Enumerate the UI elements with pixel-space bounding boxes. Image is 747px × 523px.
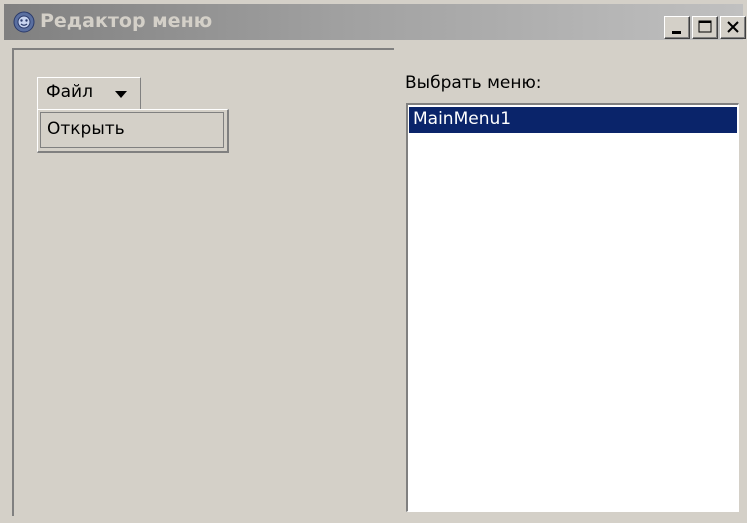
menu-preview-pane: Файл Открыть — [12, 48, 394, 516]
menu-bar-item-label: Файл — [46, 82, 93, 102]
list-item-label: MainMenu1 — [413, 109, 512, 129]
close-button[interactable] — [720, 16, 746, 39]
file-dropdown-menu: Открыть — [37, 109, 229, 153]
menu-editor-window: Редактор меню Файл Открыть Выбрать меню:… — [0, 0, 747, 523]
list-item[interactable]: MainMenu1 — [409, 107, 737, 133]
menu-editor-app-icon — [13, 11, 35, 33]
maximize-button[interactable] — [692, 16, 718, 39]
minimize-icon — [672, 31, 681, 34]
menu-item-open[interactable]: Открыть — [40, 112, 224, 148]
close-icon — [727, 21, 739, 33]
window-title: Редактор меню — [40, 10, 213, 32]
menu-item-label: Открыть — [47, 119, 125, 139]
menu-list[interactable]: MainMenu1 — [406, 103, 739, 512]
minimize-button[interactable] — [664, 16, 690, 39]
dropdown-arrow-icon — [115, 91, 127, 98]
select-menu-label: Выбрать меню: — [405, 73, 542, 93]
menu-bar-item-file[interactable]: Файл — [37, 77, 141, 111]
title-bar[interactable]: Редактор меню — [4, 4, 746, 40]
maximize-icon — [698, 20, 712, 33]
